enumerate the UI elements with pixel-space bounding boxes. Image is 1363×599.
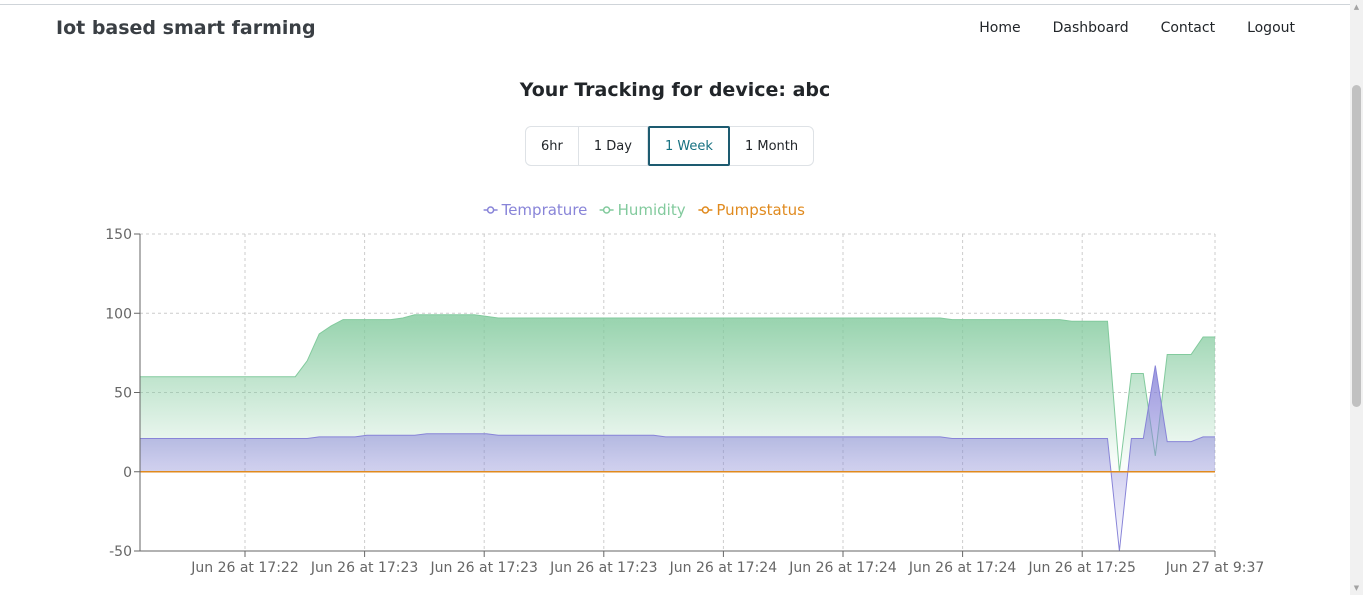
legend-item-pumpstatus: Pumpstatus [698, 201, 805, 219]
legend-label: Humidity [618, 201, 686, 219]
legend-dot-icon [486, 206, 495, 214]
page-title: Your Tracking for device: abc [519, 79, 831, 101]
legend-dot-icon [701, 206, 710, 214]
legend-dot-icon [602, 206, 611, 214]
nav-link-home[interactable]: Home [979, 20, 1020, 36]
nav-link-logout[interactable]: Logout [1247, 20, 1295, 36]
range-button-6hr[interactable]: 6hr [526, 126, 579, 166]
x-tick-label: Jun 26 at 17:24 [908, 560, 1017, 576]
navbar: Iot based smart farming Home Dashboard C… [0, 5, 1350, 51]
x-tick-label: Jun 26 at 17:24 [669, 560, 778, 576]
tracking-chart-svg: -50 0 50 100 150 Jun 26 at 17:22 Jun 26 at 17:… [105, 201, 1265, 576]
legend-label: Pumpstatus [716, 201, 805, 219]
nav-link-dashboard[interactable]: Dashboard [1053, 20, 1129, 36]
y-tick-label: 0 [123, 465, 132, 481]
x-tick-label: Jun 26 at 17:24 [788, 560, 897, 576]
y-tick-label: 50 [114, 386, 132, 402]
scroll-thumb[interactable] [1352, 85, 1361, 407]
x-tick-label: Jun 26 at 17:23 [310, 560, 418, 576]
x-tick-label: Jun 26 at 17:23 [429, 560, 537, 576]
x-tick-label: Jun 26 at 17:22 [190, 560, 298, 576]
y-tick-label: -50 [109, 544, 132, 560]
scrollbar[interactable]: ▲ ▼ [1350, 0, 1363, 595]
scroll-down-arrow-icon[interactable]: ▼ [1350, 581, 1363, 595]
x-tick-label: Jun 26 at 17:23 [549, 560, 657, 576]
x-tick-label: Jun 26 at 17:25 [1027, 560, 1135, 576]
tracking-chart: -50 0 50 100 150 Jun 26 at 17:22 Jun 26 at 17:… [0, 190, 1350, 595]
time-range-button-group: 6hr 1 Day 1 Week 1 Month [525, 126, 815, 166]
legend-item-humidity: Humidity [599, 201, 686, 219]
range-button-1-week[interactable]: 1 Week [647, 126, 730, 166]
y-tick-label: 100 [105, 306, 132, 322]
scroll-up-arrow-icon[interactable]: ▲ [1350, 0, 1363, 14]
x-tick-label: Jun 27 at 9:37 [1165, 560, 1265, 576]
range-button-1-month[interactable]: 1 Month [730, 126, 813, 166]
nav-links: Home Dashboard Contact Logout [979, 20, 1295, 36]
legend-item-temprature: Temprature [483, 201, 588, 219]
range-button-1-day[interactable]: 1 Day [579, 126, 648, 166]
nav-link-contact[interactable]: Contact [1161, 20, 1215, 36]
navbar-brand[interactable]: Iot based smart farming [56, 17, 316, 39]
legend-label: Temprature [501, 201, 588, 219]
y-tick-label: 150 [105, 227, 132, 243]
